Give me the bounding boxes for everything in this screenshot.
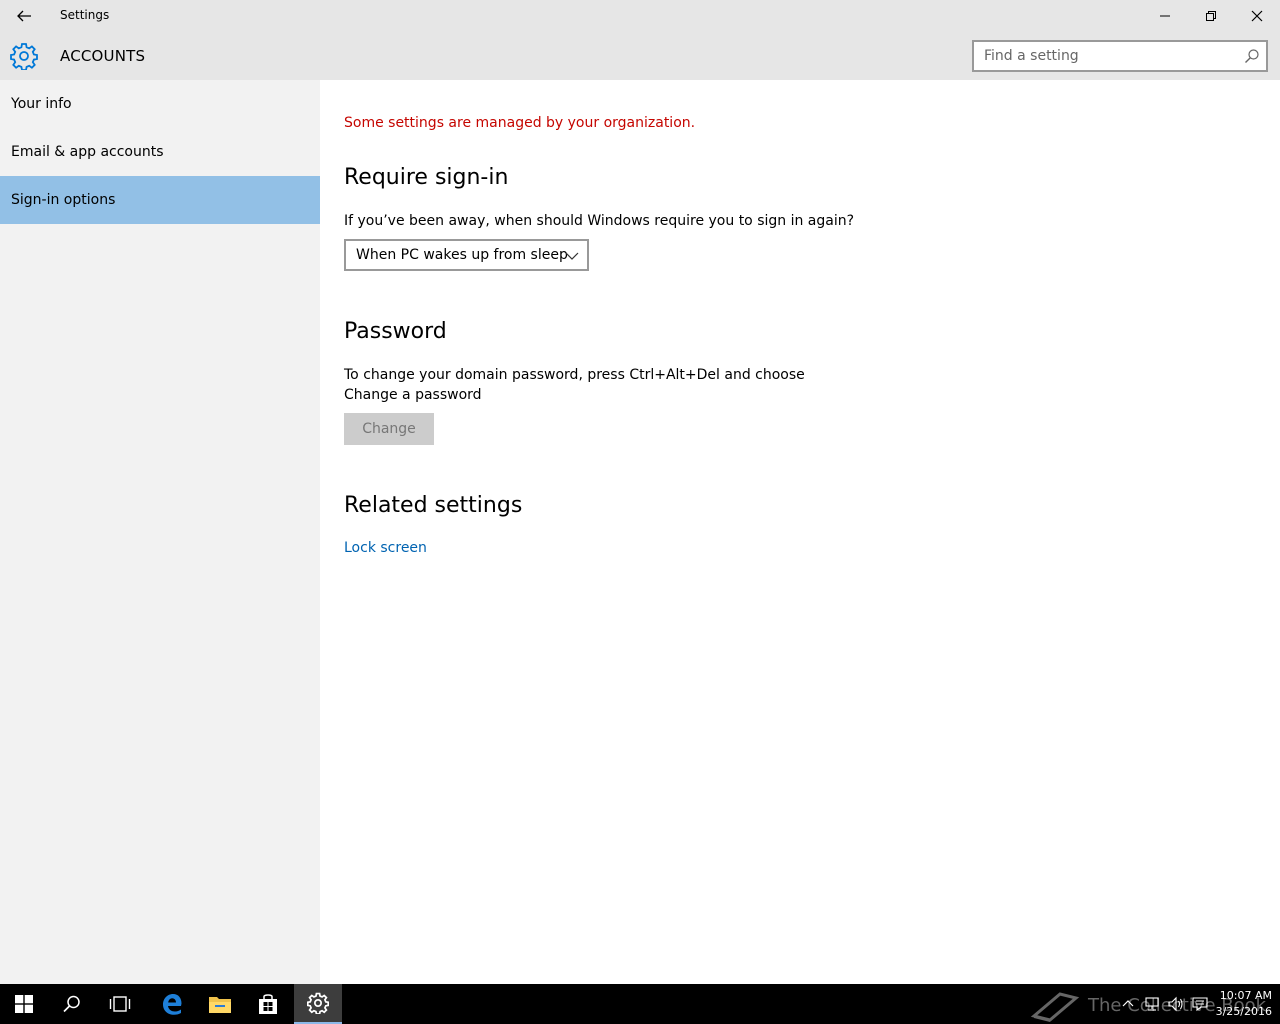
restore-button[interactable] — [1188, 0, 1234, 32]
related-settings-heading: Related settings — [344, 493, 523, 518]
minimize-button[interactable] — [1142, 0, 1188, 32]
section-title: ACCOUNTS — [60, 47, 146, 65]
folder-icon — [209, 997, 231, 1013]
main-content: Some settings are managed by your organi… — [320, 80, 1280, 984]
store-button[interactable] — [244, 984, 292, 1024]
chevron-down-icon — [565, 252, 579, 260]
task-view-icon — [109, 996, 131, 1012]
require-signin-dropdown[interactable]: When PC wakes up from sleep — [344, 239, 589, 271]
edge-browser-button[interactable] — [148, 984, 196, 1024]
sidebar-item-email-app-accounts[interactable]: Email & app accounts — [0, 128, 320, 176]
close-icon — [1251, 10, 1263, 22]
lock-screen-link[interactable]: Lock screen — [344, 540, 427, 556]
windows-logo-icon — [15, 995, 33, 1013]
clock-date: 3/25/2016 — [1215, 1005, 1272, 1018]
restore-icon — [1206, 11, 1216, 21]
sidebar: Your info Email & app accounts Sign-in o… — [0, 80, 320, 984]
edge-icon — [163, 994, 182, 1015]
book-icon — [1030, 992, 1080, 1022]
task-view-button[interactable] — [96, 984, 144, 1024]
search-input[interactable] — [974, 42, 1234, 70]
require-signin-question: If you’ve been away, when should Windows… — [344, 213, 855, 229]
network-tray-button[interactable] — [1142, 994, 1162, 1014]
taskbar-clock[interactable]: 10:07 AM 3/25/2016 — [1212, 988, 1272, 1020]
chevron-up-icon — [1122, 1000, 1134, 1007]
start-button[interactable] — [0, 984, 48, 1024]
window-title: Settings — [60, 8, 110, 22]
action-center-button[interactable] — [1190, 994, 1210, 1014]
clock-time: 10:07 AM — [1219, 989, 1272, 1002]
notification-icon — [1192, 997, 1208, 1012]
store-icon — [259, 994, 277, 1014]
taskbar: The Collective Book 10:07 AM 3/25/2016 — [0, 984, 1280, 1024]
search-icon — [63, 995, 80, 1013]
title-bar: Settings — [0, 0, 1280, 32]
change-password-button[interactable]: Change — [344, 413, 434, 445]
network-icon — [1145, 997, 1159, 1011]
password-instruction-line1: To change your domain password, press Ct… — [344, 367, 805, 383]
require-signin-heading: Require sign-in — [344, 165, 509, 190]
search-box[interactable] — [972, 40, 1268, 72]
gear-icon — [307, 992, 329, 1014]
volume-tray-button[interactable] — [1166, 994, 1186, 1014]
sidebar-item-your-info[interactable]: Your info — [0, 80, 320, 128]
password-heading: Password — [344, 319, 447, 344]
search-taskbar-button[interactable] — [48, 984, 96, 1024]
password-instruction-line2: Change a password — [344, 387, 482, 403]
show-hidden-icons-button[interactable] — [1118, 994, 1138, 1014]
search-icon[interactable] — [1244, 48, 1260, 64]
sidebar-item-sign-in-options[interactable]: Sign-in options — [0, 176, 320, 224]
settings-taskbar-button[interactable] — [294, 984, 342, 1024]
gear-icon — [10, 43, 38, 70]
minimize-icon — [1160, 15, 1170, 17]
settings-header: ACCOUNTS — [0, 32, 1280, 80]
file-explorer-button[interactable] — [196, 984, 244, 1024]
dropdown-selected-value: When PC wakes up from sleep — [356, 247, 568, 263]
speaker-icon — [1168, 996, 1183, 1012]
org-managed-notice: Some settings are managed by your organi… — [344, 115, 696, 131]
back-button[interactable] — [8, 0, 40, 32]
back-arrow-icon — [17, 10, 31, 22]
close-button[interactable] — [1234, 0, 1280, 32]
